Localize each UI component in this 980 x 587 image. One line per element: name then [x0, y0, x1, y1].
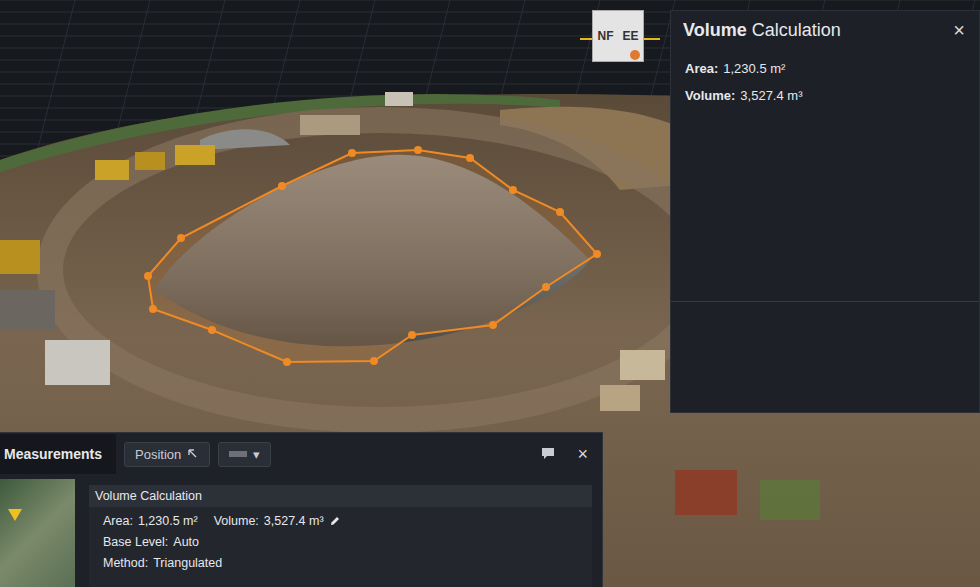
polygon-vertex[interactable] [208, 326, 216, 334]
measurement-card[interactable]: Volume Calculation Area:1,230.5 m² Volume:… [89, 485, 592, 587]
cube-handle-icon[interactable] [630, 50, 640, 60]
volume-panel: VolumeCalculation × Area:1,230.5 m² Volume:… [670, 10, 980, 413]
dropdown[interactable]: ▾ [218, 442, 271, 467]
polygon-vertex[interactable] [177, 234, 185, 242]
card-field: Method:Triangulated [103, 556, 222, 570]
minimap[interactable] [0, 479, 75, 587]
map-marker-icon [8, 509, 22, 521]
card-field: Area:1,230.5 m² [103, 514, 198, 528]
close-button[interactable]: × [577, 445, 588, 463]
polygon-vertex[interactable] [348, 149, 356, 157]
polygon-vertex[interactable] [556, 208, 564, 216]
card-field: Volume:3,527.4 m³ [214, 514, 341, 528]
card-title: Volume Calculation [89, 485, 592, 507]
haul-road [50, 120, 710, 420]
polygon-vertex[interactable] [489, 321, 497, 329]
card-row: Area:1,230.5 m² Volume:3,527.4 m³ [89, 514, 592, 528]
cube-face[interactable]: EE [621, 29, 639, 43]
comment-icon[interactable] [541, 447, 555, 461]
measurements-panel: Measurements Position ▾ × Volume Calculation… [0, 432, 603, 587]
shrubs [760, 480, 820, 520]
arrow-icon [187, 448, 199, 460]
card-row: Method:Triangulated [89, 556, 592, 570]
cube-face[interactable]: NF [596, 29, 614, 43]
panel-tab[interactable]: Measurements [0, 434, 116, 474]
polygon-vertex[interactable] [466, 154, 474, 162]
viewer: NFEEVolumeCalculation×Area:1,230.5 m²Vol… [0, 0, 980, 587]
shipping-container [675, 470, 737, 515]
polygon-vertex[interactable] [144, 272, 152, 280]
view-cube[interactable]: NF EE [580, 8, 660, 66]
panel-title: VolumeCalculation [683, 20, 841, 41]
volume-polygon[interactable] [148, 150, 597, 362]
card-field: Base Level:Auto [103, 535, 199, 549]
result-field: Area:1,230.5 m² [685, 61, 965, 76]
polygon-vertex[interactable] [593, 250, 601, 258]
card-row: Base Level:Auto [89, 535, 592, 549]
dropdown-swatch [229, 451, 247, 457]
polygon-vertex[interactable] [414, 146, 422, 154]
polygon-vertex[interactable] [408, 331, 416, 339]
close-button[interactable]: × [953, 20, 965, 40]
polygon-vertex[interactable] [542, 283, 550, 291]
position-button[interactable]: Position [124, 442, 210, 467]
divider [671, 301, 979, 302]
polygon-vertex[interactable] [278, 182, 286, 190]
panel-header: VolumeCalculation × [671, 11, 979, 49]
pencil-icon[interactable] [329, 515, 341, 527]
polygon-vertex[interactable] [283, 358, 291, 366]
polygon-vertex[interactable] [509, 186, 517, 194]
polygon-vertex[interactable] [149, 305, 157, 313]
result-field: Volume:3,527.4 m³ [685, 88, 965, 103]
polygon-vertex[interactable] [370, 357, 378, 365]
